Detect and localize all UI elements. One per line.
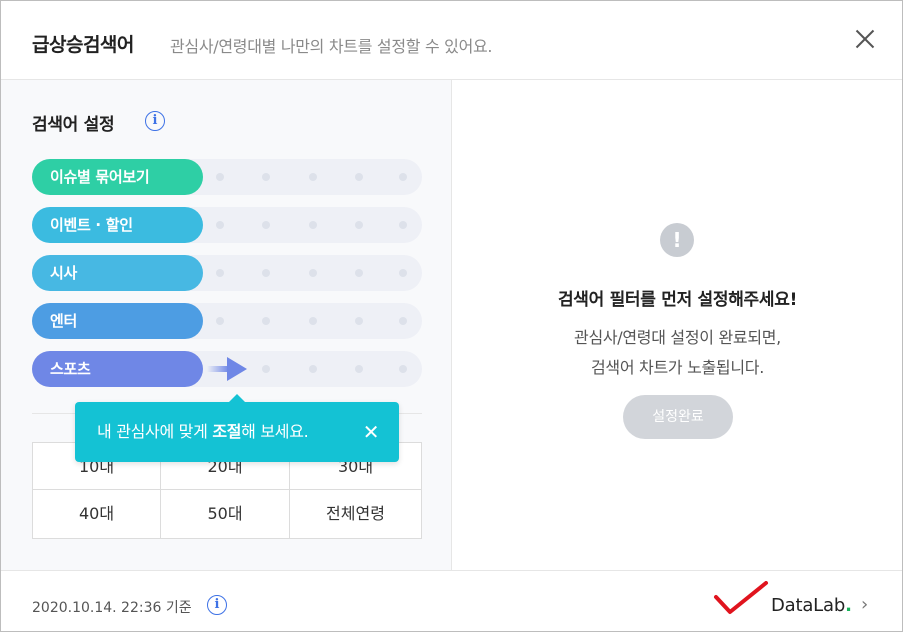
category-slider-issue[interactable]: 이슈별 묶어보기	[32, 159, 422, 195]
category-slider-sports[interactable]: 스포츠	[32, 351, 422, 387]
arrow-right-icon	[207, 357, 247, 381]
datalab-brand: DataLab.	[771, 595, 852, 616]
dialog-footer: 2020.10.14. 22:36 기준 i DataLab. ›	[1, 570, 902, 631]
empty-state-line2: 검색어 차트가 노출됩니다.	[591, 358, 764, 377]
datalab-check-logo-icon	[714, 581, 768, 614]
age-option-50s[interactable]: 50대	[161, 490, 290, 538]
settings-title: 검색어 설정	[32, 115, 115, 135]
tooltip-close-icon[interactable]: ✕	[359, 402, 383, 462]
empty-state-message: 관심사/연령대 설정이 완료되면, 검색어 차트가 노출됩니다.	[453, 323, 902, 383]
category-slider-entertainment[interactable]: 엔터	[32, 303, 422, 339]
chart-panel: ! 검색어 필터를 먼저 설정해주세요! 관심사/연령대 설정이 완료되면, 검…	[453, 80, 902, 570]
trending-keywords-dialog: 급상승검색어 관심사/연령대별 나만의 차트를 설정할 수 있어요. 검색어 설…	[0, 0, 903, 632]
category-pill-sports[interactable]: 스포츠	[32, 351, 203, 387]
close-icon[interactable]	[849, 23, 881, 55]
datalab-link[interactable]: DataLab. ›	[713, 581, 881, 621]
age-option-40s[interactable]: 40대	[33, 490, 161, 538]
category-slider-event[interactable]: 이벤트 · 할인	[32, 207, 422, 243]
tooltip-text-bold: 조절	[212, 422, 242, 441]
guide-tooltip: 내 관심사에 맞게 조절해 보세요. ✕	[75, 394, 399, 462]
age-option-all[interactable]: 전체연령	[290, 490, 421, 538]
category-pill-event[interactable]: 이벤트 · 할인	[32, 207, 203, 243]
dialog-subtitle: 관심사/연령대별 나만의 차트를 설정할 수 있어요.	[170, 37, 493, 56]
category-pill-issue[interactable]: 이슈별 묶어보기	[32, 159, 203, 195]
tooltip-text-prefix: 내 관심사에 맞게	[97, 422, 213, 441]
tooltip-text-suffix: 해 보세요.	[241, 422, 309, 441]
settings-panel: 검색어 설정 i 이슈별 묶어보기 이벤트 · 할인 시사 엔터 스포츠 10대…	[1, 80, 452, 570]
empty-state-line1: 관심사/연령대 설정이 완료되면,	[574, 328, 781, 347]
category-pill-entertainment[interactable]: 엔터	[32, 303, 203, 339]
timestamp: 2020.10.14. 22:36 기준	[32, 600, 192, 616]
footer-info-icon[interactable]: i	[207, 595, 227, 615]
chevron-right-icon: ›	[861, 594, 869, 615]
exclamation-icon: !	[660, 223, 694, 257]
empty-state-title: 검색어 필터를 먼저 설정해주세요!	[557, 290, 798, 310]
category-slider-news[interactable]: 시사	[32, 255, 422, 291]
category-pill-news[interactable]: 시사	[32, 255, 203, 291]
info-icon[interactable]: i	[145, 111, 165, 131]
dialog-title: 급상승검색어	[32, 34, 134, 56]
settings-complete-button[interactable]: 설정완료	[623, 395, 733, 439]
dialog-header: 급상승검색어 관심사/연령대별 나만의 차트를 설정할 수 있어요.	[1, 1, 902, 80]
